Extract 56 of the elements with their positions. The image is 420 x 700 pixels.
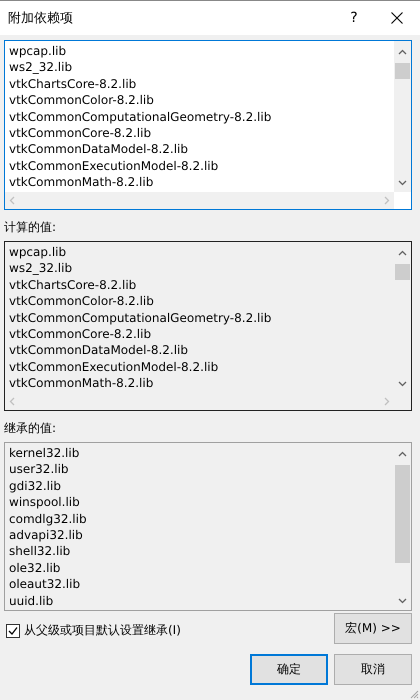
scrollbar-thumb[interactable] bbox=[395, 465, 410, 563]
scroll-down-icon[interactable] bbox=[398, 598, 407, 604]
list-line: oleaut32.lib bbox=[9, 576, 82, 593]
help-button[interactable]: ? bbox=[334, 1, 374, 35]
list-line: advapi32.lib bbox=[9, 527, 84, 544]
list-line: vtkChartsCore-8.2.lib bbox=[9, 276, 138, 294]
list-line: vtkChartsCore-8.2.lib bbox=[9, 76, 138, 92]
list-line: vtkCommonMath-8.2.lib bbox=[9, 174, 154, 191]
scrollbar-thumb[interactable] bbox=[395, 264, 410, 280]
list-line: vtkCommonColor-8.2.lib bbox=[9, 293, 155, 310]
vertical-scrollbar[interactable] bbox=[394, 41, 411, 192]
scroll-up-icon[interactable] bbox=[398, 49, 407, 55]
list-line: comdlg32.lib bbox=[9, 510, 88, 528]
list-line: kernel32.lib bbox=[9, 445, 80, 462]
scroll-up-icon[interactable] bbox=[398, 250, 407, 256]
checkmark-icon bbox=[8, 626, 18, 636]
list-line: vtkCommonDataModel-8.2.lib bbox=[9, 141, 189, 158]
dialog-button[interactable]: 取消 bbox=[334, 654, 412, 685]
list-line: vtkCommonCore-8.2.lib bbox=[9, 326, 152, 342]
section-label: 继承的值: bbox=[4, 420, 58, 437]
scroll-left-icon[interactable] bbox=[9, 397, 15, 406]
resize-grip-icon[interactable] bbox=[409, 689, 419, 699]
dialog-button[interactable]: 确定 bbox=[250, 654, 328, 685]
list-line: shell32.lib bbox=[9, 543, 72, 560]
checkbox-label: 从父级或项目默认设置继承(I) bbox=[24, 622, 181, 639]
inherit-checkbox[interactable] bbox=[6, 624, 20, 638]
list-line: ws2_32.lib bbox=[9, 260, 74, 277]
list-line: vtkCommonExecutionModel-8.2.lib bbox=[9, 358, 220, 376]
macro-button[interactable]: 宏(M) >> bbox=[334, 613, 412, 644]
list-line: user32.lib bbox=[9, 461, 70, 478]
list-line: vtkCommonComputationalGeometry-8.2.lib bbox=[9, 108, 272, 126]
list-line: ole32.lib bbox=[9, 560, 62, 576]
scroll-up-icon[interactable] bbox=[398, 451, 407, 457]
scroll-right-icon[interactable] bbox=[384, 397, 390, 406]
scroll-left-icon[interactable] bbox=[9, 196, 15, 205]
close-icon bbox=[391, 12, 403, 24]
list-line: wpcap.lib bbox=[9, 43, 68, 60]
list-line: vtkCommonCore-8.2.lib bbox=[9, 125, 152, 142]
scroll-right-icon[interactable] bbox=[384, 196, 390, 205]
scroll-down-icon[interactable] bbox=[398, 381, 407, 387]
list-line: vtkCommonColor-8.2.lib bbox=[9, 92, 155, 109]
horizontal-scrollbar[interactable] bbox=[5, 192, 394, 209]
scrollbar-thumb[interactable] bbox=[395, 63, 410, 79]
list-line: vtkCommonMath-8.2.lib bbox=[9, 375, 154, 392]
list-line: wpcap.lib bbox=[9, 244, 68, 260]
list-line: vtkCommonComputationalGeometry-8.2.lib bbox=[9, 310, 272, 326]
scroll-down-icon[interactable] bbox=[398, 180, 407, 186]
list-line: uuid.lib bbox=[9, 592, 54, 610]
list-line: vtkCommonDataModel-8.2.lib bbox=[9, 342, 189, 359]
list-line: vtkCommonExecutionModel-8.2.lib bbox=[9, 158, 220, 174]
dependencies-text-field[interactable] bbox=[4, 40, 412, 210]
list-line: winspool.lib bbox=[9, 494, 81, 511]
list-line: ws2_32.lib bbox=[9, 59, 74, 76]
window-title: 附加依赖项 bbox=[8, 10, 74, 27]
list-line: gdi32.lib bbox=[9, 478, 62, 494]
section-label: 计算的值: bbox=[4, 219, 58, 236]
